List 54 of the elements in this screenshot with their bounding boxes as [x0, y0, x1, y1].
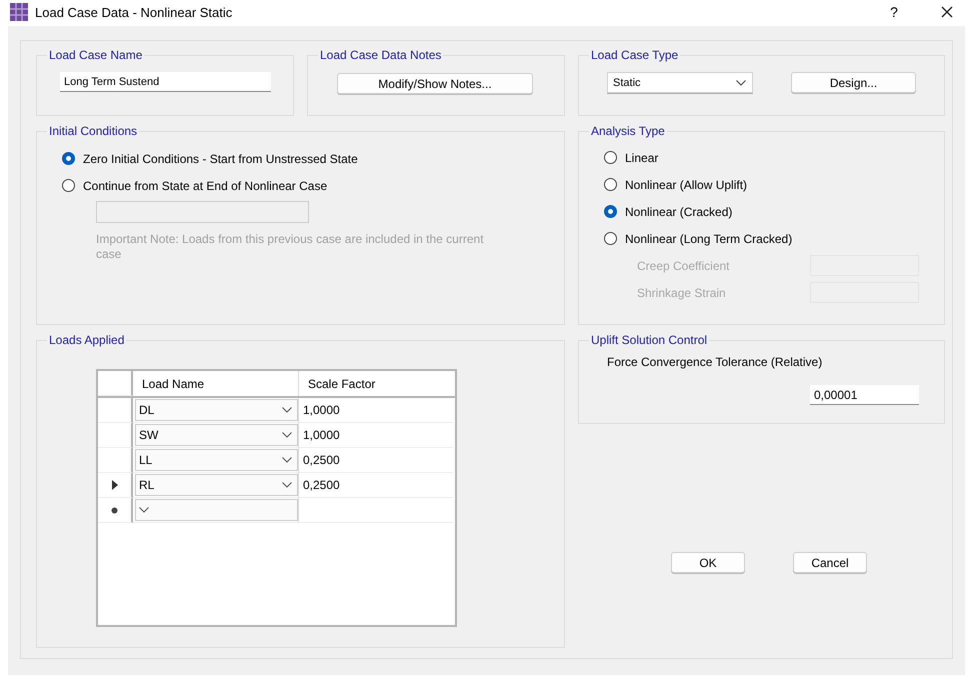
radio-button[interactable]: [62, 179, 75, 192]
group-title: Loads Applied: [48, 333, 126, 347]
ok-button[interactable]: OK: [671, 552, 745, 573]
radio-button[interactable]: [604, 205, 617, 218]
load-name-dropdown[interactable]: DL: [135, 399, 298, 421]
tolerance-field[interactable]: 0,00001: [810, 385, 919, 405]
load-name-dropdown[interactable]: LL: [135, 449, 298, 471]
radio-label[interactable]: Continue from State at End of Nonlinear Case: [83, 178, 328, 192]
group-title: Uplift Solution Control: [590, 333, 708, 347]
chevron-down-icon: [282, 457, 292, 463]
table-cell: 1,0000: [303, 403, 340, 417]
important-note: Important Note: Loads from this previous case are included in the current case: [96, 232, 485, 262]
column-header[interactable]: Load Name: [133, 371, 299, 396]
radio-button[interactable]: [604, 151, 617, 164]
design-button[interactable]: Design...: [791, 72, 916, 93]
load-name-dropdown[interactable]: RL: [135, 474, 298, 496]
cancel-button[interactable]: Cancel: [793, 552, 867, 573]
modify-show-notes-button[interactable]: Modify/Show Notes...: [337, 73, 533, 94]
field-label: Force Convergence Tolerance (Relative): [607, 355, 824, 369]
current-row-icon: [112, 480, 118, 490]
radio-label[interactable]: Zero Initial Conditions - Start from Unstressed State: [83, 152, 358, 166]
column-header[interactable]: Scale Factor: [299, 371, 453, 396]
close-icon: [941, 6, 953, 18]
radio-label[interactable]: Nonlinear (Cracked): [625, 204, 732, 218]
group-title: Load Case Type: [590, 48, 680, 62]
field-label: Creep Coefficient: [637, 258, 730, 272]
app-icon: [10, 3, 28, 21]
row-header[interactable]: [98, 473, 133, 498]
window-title: Load Case Data - Nonlinear Static: [35, 4, 232, 20]
radio-button[interactable]: [62, 152, 75, 165]
chevron-down-icon: [736, 80, 746, 86]
table-cell: 1,0000: [303, 428, 340, 442]
table-cell: 0,2500: [303, 453, 340, 467]
group-title: Load Case Name: [48, 48, 144, 62]
load-case-name-field[interactable]: Long Term Sustend: [60, 72, 271, 92]
chevron-down-icon: [282, 407, 292, 413]
group-title: Load Case Data Notes: [319, 48, 442, 62]
chevron-down-icon: [282, 482, 292, 488]
radio-button[interactable]: [604, 232, 617, 245]
load-case-type-dropdown[interactable]: Static: [607, 72, 753, 93]
radio-label[interactable]: Nonlinear (Allow Uplift): [625, 178, 748, 192]
load-name-dropdown[interactable]: SW: [135, 424, 298, 446]
chevron-down-icon: [139, 507, 149, 513]
help-button[interactable]: ?: [872, 0, 916, 24]
radio-button[interactable]: [604, 178, 617, 191]
group-title: Analysis Type: [590, 124, 666, 138]
table-cell: 0,2500: [303, 478, 340, 492]
radio-label[interactable]: Linear: [625, 150, 658, 164]
row-header[interactable]: [98, 498, 133, 523]
group-title: Initial Conditions: [48, 124, 138, 138]
chevron-down-icon: [282, 432, 292, 438]
new-row-icon: [111, 506, 118, 514]
field-label: Shrinkage Strain: [637, 286, 726, 300]
radio-label[interactable]: Nonlinear (Long Term Cracked): [625, 232, 792, 246]
